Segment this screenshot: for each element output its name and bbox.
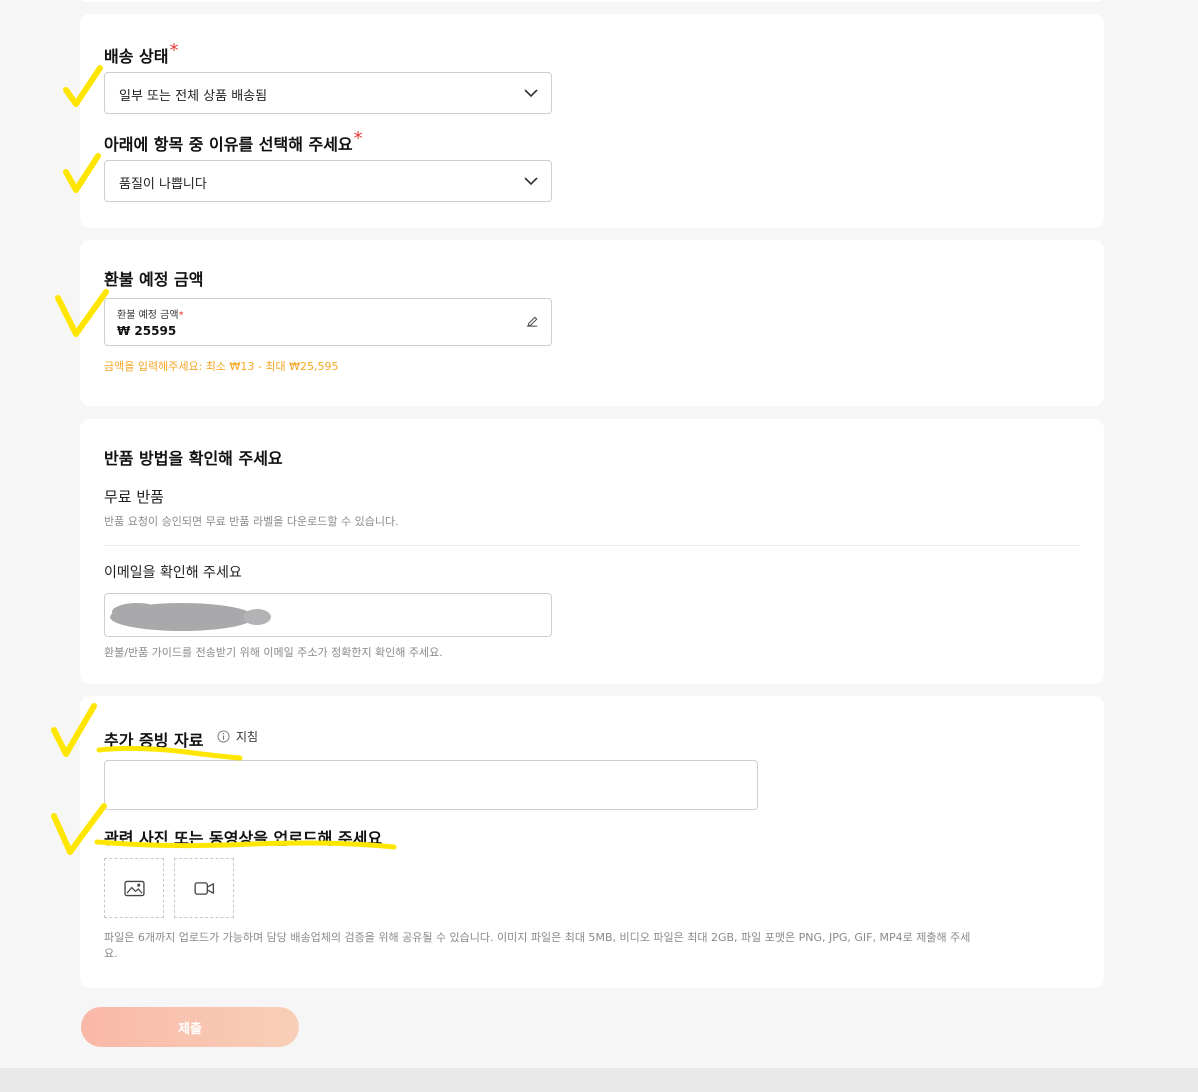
annotation-checkmark-1 <box>63 65 103 107</box>
refund-section-title: 환불 예정 금액 <box>104 270 204 289</box>
submit-label: 제출 <box>178 1021 202 1037</box>
image-icon <box>124 880 145 897</box>
reason-select[interactable]: 품질이 나쁩니다 <box>104 160 552 202</box>
email-label: 이메일을 확인해 주세요 <box>104 565 242 581</box>
delivery-card: 배송 상태* 일부 또는 전체 상품 배송됨 아래에 항목 중 이유를 선택해 … <box>80 14 1104 228</box>
guide-link[interactable]: 지침 <box>217 728 258 745</box>
annotation-underline-2 <box>94 839 397 850</box>
previous-card <box>80 0 1104 2</box>
free-return-desc: 반품 요청이 승인되면 무료 반품 라벨을 다운로드할 수 있습니다. <box>104 515 399 528</box>
upload-note: 파일은 6개까지 업로드가 가능하며 담당 배송업체의 검증을 위해 공유될 수… <box>104 931 971 960</box>
chevron-down-icon <box>524 89 538 98</box>
footer <box>0 1068 1198 1092</box>
edit-pencil-icon[interactable] <box>526 315 539 328</box>
return-method-card: 반품 방법을 확인해 주세요 무료 반품 반품 요청이 승인되면 무료 반품 라… <box>80 419 1104 684</box>
delivery-status-select[interactable]: 일부 또는 전체 상품 배송됨 <box>104 72 552 114</box>
annotation-underline-1 <box>96 745 243 761</box>
chevron-down-icon <box>524 177 538 186</box>
refund-card: 환불 예정 금액 환불 예정 금액* ₩ 25595 금액을 입력해주세요: 최… <box>80 240 1104 406</box>
refund-amount-value: ₩ 25595 <box>117 324 177 338</box>
reason-label: 아래에 항목 중 이유를 선택해 주세요* <box>104 128 363 154</box>
refund-amount-field-label: 환불 예정 금액* <box>117 310 184 321</box>
submit-button[interactable]: 제출 <box>81 1007 299 1047</box>
annotation-checkmark-2 <box>63 153 101 193</box>
video-icon <box>194 882 215 895</box>
evidence-text-field[interactable] <box>104 760 758 810</box>
redacted-email <box>110 603 271 631</box>
refund-amount-hint: 금액을 입력해주세요: 최소 ₩13 - 최대 ₩25,595 <box>104 360 339 373</box>
refund-amount-field[interactable]: 환불 예정 금액* ₩ 25595 <box>104 298 552 346</box>
annotation-checkmark-3 <box>55 289 109 337</box>
upload-image-button[interactable] <box>104 858 164 918</box>
divider <box>104 545 1080 546</box>
guide-label: 지침 <box>236 730 259 744</box>
reason-value: 품질이 나쁩니다 <box>119 177 207 192</box>
email-hint: 환불/반품 가이드를 전송받기 위해 이메일 주소가 정확한지 확인해 주세요. <box>104 646 443 659</box>
upload-video-button[interactable] <box>174 858 234 918</box>
free-return-title: 무료 반품 <box>104 488 164 506</box>
info-icon <box>217 730 230 743</box>
return-method-title: 반품 방법을 확인해 주세요 <box>104 449 283 468</box>
email-field[interactable] <box>104 593 552 637</box>
delivery-status-value: 일부 또는 전체 상품 배송됨 <box>119 89 268 104</box>
